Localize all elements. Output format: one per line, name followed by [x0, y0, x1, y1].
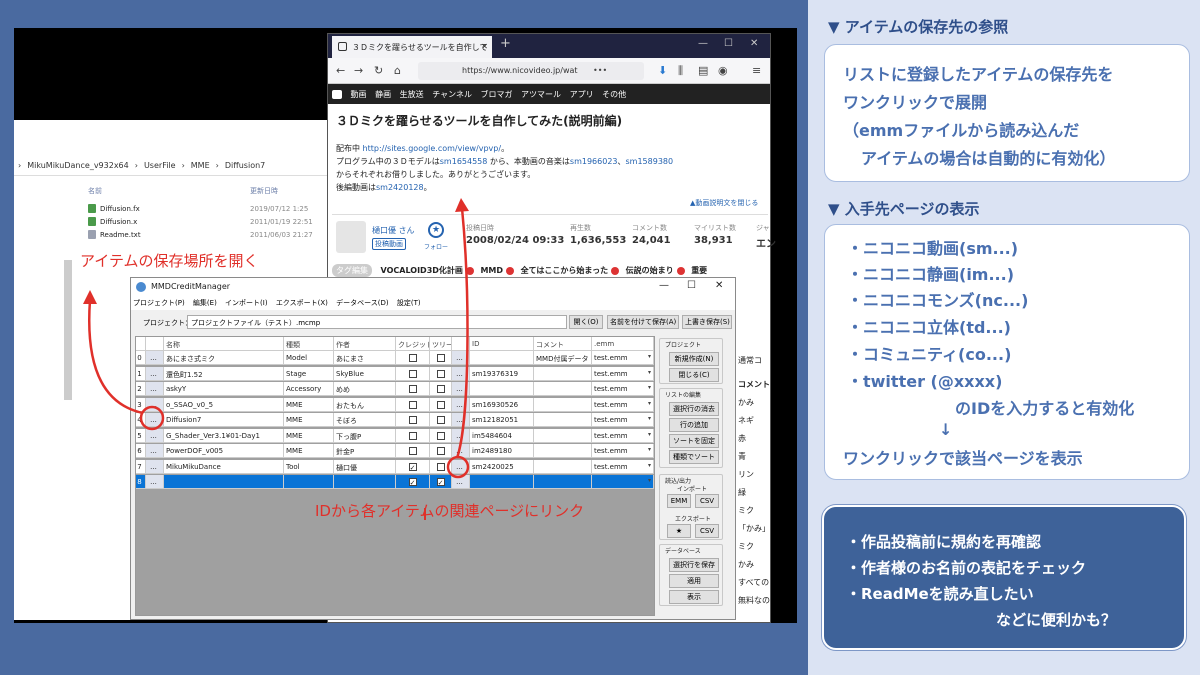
arrow-to-browser — [455, 207, 469, 459]
section1-card: リストに登録したアイテムの保存先を ワンクリックで展開 （emmファイルから読み… — [824, 44, 1190, 182]
arrow-to-explorer — [88, 299, 144, 415]
tips-box: ・作品投稿前に規約を再確認 ・作者様のお名前の表記をチェック ・ReadMeを読… — [822, 505, 1186, 650]
circle-highlight — [139, 405, 165, 431]
arrowhead — [455, 198, 469, 212]
arrowhead — [83, 290, 97, 304]
section2-card: ・ニコニコ動画(sm...) ・ニコニコ静画(im...) ・ニコニコモンズ(n… — [824, 224, 1190, 480]
section-title: ▼ アイテムの保存先の参照 — [828, 18, 1009, 36]
annotation-arrows — [83, 198, 470, 520]
section-title: ▼ 入手先ページの表示 — [828, 200, 980, 218]
circle-highlight — [446, 455, 470, 479]
